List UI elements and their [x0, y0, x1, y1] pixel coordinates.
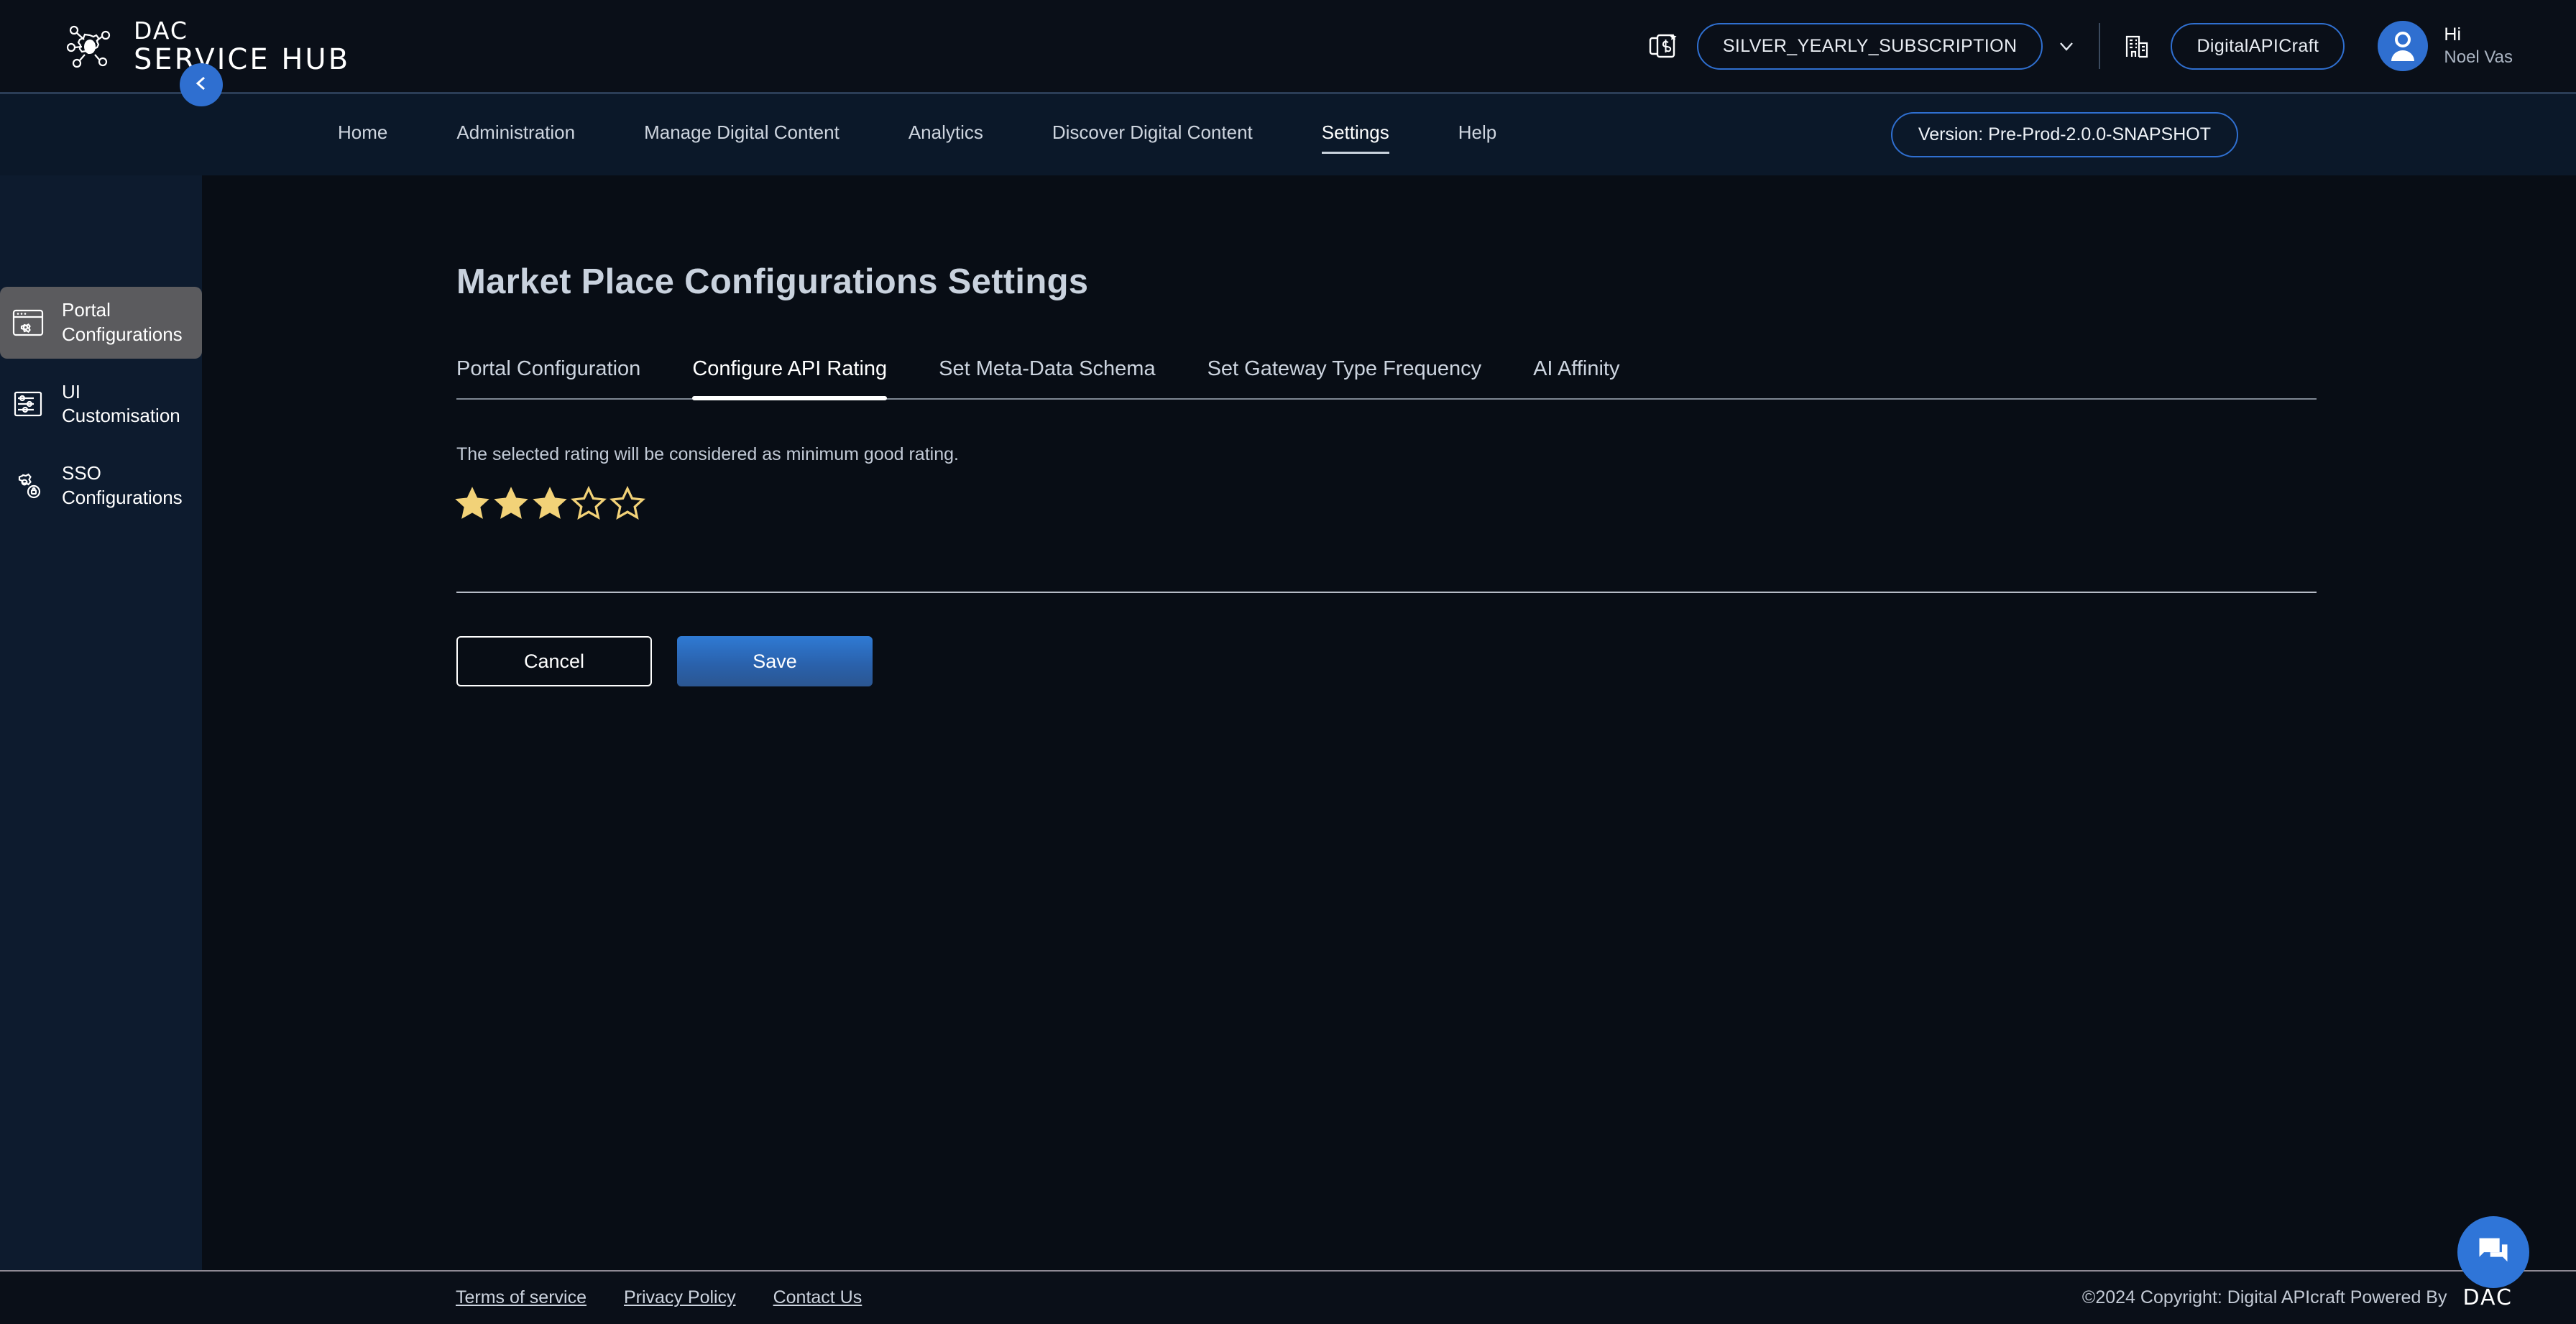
greeting-text: Hi [2444, 24, 2461, 45]
page-title: Market Place Configurations Settings [456, 262, 1089, 301]
subscription-label: SILVER_YEARLY_SUBSCRIPTION [1722, 35, 2018, 56]
star-2-filled[interactable] [492, 485, 530, 523]
chat-support-button[interactable] [2457, 1216, 2529, 1288]
organization-selector[interactable]: DigitalAPICraft [2171, 22, 2345, 70]
gear-molecule-icon [65, 21, 115, 71]
settings-tabs: Portal Configuration Configure API Ratin… [456, 357, 2317, 400]
main-navigation: Home Administration Manage Digital Conte… [0, 94, 2576, 175]
sidebar-item-ui-customisation[interactable]: UI Customisation [0, 369, 202, 441]
nav-item-home[interactable]: Home [338, 121, 387, 148]
sidebar-item-label: UI Customisation [62, 380, 180, 429]
nav-item-analytics[interactable]: Analytics [908, 121, 983, 148]
tab-ai-affinity[interactable]: AI Affinity [1533, 357, 1619, 398]
copyright-text: ©2024 Copyright: Digital APIcraft Powere… [2082, 1287, 2447, 1307]
sidebar-label-line2: Configurations [62, 486, 183, 508]
main-content: Market Place Configurations Settings Por… [202, 175, 2576, 1270]
header-divider [2099, 23, 2101, 69]
header-actions: SILVER_YEARLY_SUBSCRIPTION DigitalAPICra… [1647, 21, 2513, 71]
section-divider [456, 592, 2317, 593]
star-3-filled[interactable] [531, 485, 569, 523]
building-icon [2122, 31, 2152, 61]
nav-items: Home Administration Manage Digital Conte… [338, 121, 1565, 154]
sidebar-items: Portal Configurations UI Customisation S… [0, 287, 202, 532]
footer-brand-logo: DAC [2462, 1285, 2513, 1310]
user-name: Noel Vas [2444, 47, 2513, 67]
chat-bubbles-icon [2475, 1232, 2512, 1273]
nav-item-help[interactable]: Help [1458, 121, 1496, 148]
footer: Terms of service Privacy Policy Contact … [0, 1270, 2576, 1324]
cancel-button[interactable]: Cancel [456, 636, 652, 686]
sidebar-item-label: SSO Configurations [62, 461, 183, 510]
sidebar-label-line2: Customisation [62, 405, 180, 427]
star-4-empty[interactable] [570, 485, 607, 523]
sidebar-label-line1: SSO [62, 462, 101, 484]
browser-gear-icon [10, 305, 46, 341]
app-root: DAC SERVICE HUB SILVER_YEARLY_SUBSCRIPTI… [0, 0, 2576, 1324]
logo-line-2: SERVICE HUB [134, 42, 351, 76]
sidebar-label-line2: Configurations [62, 323, 183, 345]
version-badge: Version: Pre-Prod-2.0.0-SNAPSHOT [1890, 112, 2238, 157]
chevron-left-icon [190, 73, 212, 98]
nav-item-manage-digital-content[interactable]: Manage Digital Content [644, 121, 840, 148]
nav-item-administration[interactable]: Administration [456, 121, 575, 148]
star-5-empty[interactable] [609, 485, 646, 523]
footer-link-terms-of-service[interactable]: Terms of service [456, 1287, 586, 1308]
tab-set-meta-data-schema[interactable]: Set Meta-Data Schema [939, 357, 1155, 398]
footer-link-privacy-policy[interactable]: Privacy Policy [624, 1287, 736, 1308]
sidebar-label-line1: Portal [62, 299, 111, 321]
top-header: DAC SERVICE HUB SILVER_YEARLY_SUBSCRIPTI… [0, 0, 2576, 94]
subscription-selector[interactable]: SILVER_YEARLY_SUBSCRIPTION [1696, 22, 2043, 70]
tab-configure-api-rating[interactable]: Configure API Rating [692, 357, 887, 400]
rating-stars[interactable] [454, 485, 2576, 523]
sidebar-item-sso-configurations[interactable]: SSO Configurations [0, 450, 202, 522]
footer-copyright: ©2024 Copyright: Digital APIcraft Powere… [2082, 1285, 2513, 1310]
star-1-filled[interactable] [454, 485, 491, 523]
tab-portal-configuration[interactable]: Portal Configuration [456, 357, 640, 398]
organization-label: DigitalAPICraft [2196, 35, 2319, 56]
nav-item-settings[interactable]: Settings [1321, 121, 1389, 154]
footer-links: Terms of service Privacy Policy Contact … [456, 1287, 862, 1308]
user-greeting: Hi Noel Vas [2444, 24, 2513, 68]
sidebar-item-portal-configurations[interactable]: Portal Configurations [0, 287, 202, 359]
form-actions: Cancel Save [456, 636, 2576, 686]
tab-set-gateway-type-frequency[interactable]: Set Gateway Type Frequency [1208, 357, 1482, 398]
gear-lock-icon [10, 468, 46, 504]
sidebar-label-line1: UI [62, 380, 80, 403]
sidebar-collapse-button[interactable] [180, 63, 223, 106]
sidebar-item-label: Portal Configurations [62, 298, 183, 347]
nav-item-discover-digital-content[interactable]: Discover Digital Content [1052, 121, 1253, 148]
rating-hint-text: The selected rating will be considered a… [456, 444, 959, 464]
save-button[interactable]: Save [677, 636, 873, 686]
chevron-down-icon[interactable] [2056, 35, 2077, 57]
subscription-card-icon [1647, 30, 1678, 62]
footer-link-contact-us[interactable]: Contact Us [773, 1287, 862, 1308]
avatar[interactable] [2378, 21, 2429, 71]
sliders-icon [10, 386, 46, 422]
logo-line-1: DAC [134, 16, 188, 45]
sidebar: Portal Configurations UI Customisation S… [0, 175, 202, 1324]
